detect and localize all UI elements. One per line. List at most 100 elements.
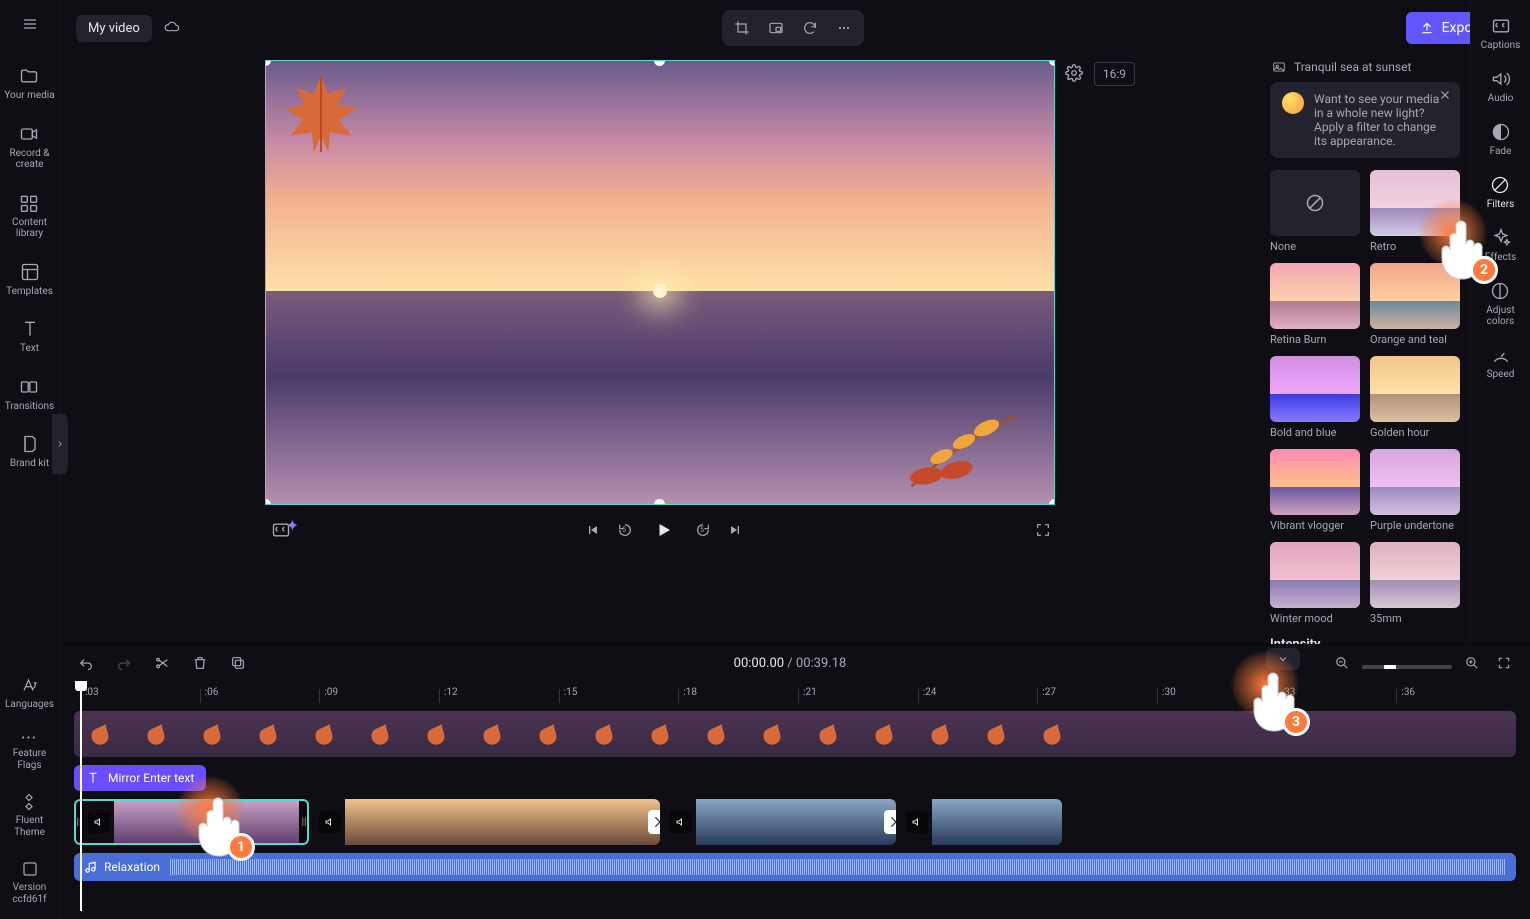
skip-end-button[interactable] — [727, 522, 743, 538]
canvas-settings-icon[interactable] — [1065, 64, 1083, 82]
rail-captions[interactable]: Captions — [1481, 16, 1521, 51]
resize-handle[interactable] — [1049, 499, 1055, 505]
rail-effects[interactable]: Effects — [1485, 228, 1516, 263]
audio-clip[interactable]: Relaxation — [74, 853, 1516, 881]
sidebar-brandkit[interactable]: Brand kit — [10, 430, 49, 474]
crop-button[interactable] — [726, 14, 758, 42]
canvas-tools — [722, 10, 864, 46]
pip-button[interactable] — [760, 14, 792, 42]
hint-text: Want to see your media in a whole new li… — [1314, 92, 1448, 148]
video-clip-4[interactable] — [902, 799, 1062, 845]
play-button[interactable] — [649, 515, 679, 545]
filter-retro[interactable]: Retro — [1370, 170, 1460, 253]
filter-35mm[interactable]: 35mm — [1370, 542, 1460, 625]
audio-waveform — [170, 859, 1506, 875]
filter-winter-mood[interactable]: Winter mood — [1270, 542, 1360, 625]
captions-toggle[interactable]: ✦ — [269, 520, 293, 540]
sidebar-label: Templates — [6, 286, 53, 298]
filter-golden-hour[interactable]: Golden hour — [1370, 356, 1460, 439]
preview-area: 16:9 ✦ 5 5 ? — [60, 56, 1260, 644]
project-title-text: My video — [88, 21, 140, 36]
zoom-slider[interactable] — [1362, 665, 1452, 669]
sidebar-label: Brand kit — [10, 458, 49, 470]
filters-panel: Tranquil sea at sunset Want to see your … — [1260, 56, 1470, 644]
transport-bar: ✦ 5 5 — [265, 505, 1055, 555]
resize-handle[interactable] — [654, 499, 665, 505]
time-ruler[interactable]: :03 :06 :09 :12 :15 :18 :21 :24 :27 :30 … — [80, 681, 1516, 703]
rail-fade[interactable]: Fade — [1490, 122, 1512, 157]
fullscreen-button[interactable] — [1035, 522, 1051, 538]
sidebar-version[interactable]: Version ccfd61f — [12, 856, 46, 909]
zoom-out-button[interactable] — [1330, 651, 1354, 675]
sidebar-transitions[interactable]: Transitions — [5, 373, 54, 417]
delete-button[interactable] — [188, 651, 212, 675]
sidebar-label: Text — [20, 343, 39, 355]
video-clip-1[interactable]: || || — [74, 799, 309, 845]
timeline-panel: 00:00.00 / 00:39.18 :03 :06 :09 :12 :15 … — [60, 644, 1530, 919]
filter-bold-blue[interactable]: Bold and blue — [1270, 356, 1360, 439]
clip-mute-icon[interactable] — [670, 811, 692, 833]
maple-leaf-overlay — [276, 71, 366, 161]
transition-icon[interactable] — [884, 810, 896, 834]
zoom-in-button[interactable] — [1460, 651, 1484, 675]
skip-start-button[interactable] — [585, 522, 601, 538]
sidebar-label: Version ccfd61f — [12, 882, 46, 905]
undo-button[interactable] — [74, 651, 98, 675]
rotate-button[interactable] — [794, 14, 826, 42]
clip-mute-icon[interactable] — [319, 811, 341, 833]
rail-speed[interactable]: Speed — [1487, 345, 1515, 380]
expand-library-handle[interactable] — [52, 414, 68, 474]
close-hint-button[interactable] — [1438, 88, 1452, 102]
redo-button[interactable] — [112, 651, 136, 675]
filter-hint-card: Want to see your media in a whole new li… — [1270, 82, 1460, 158]
overlay-track[interactable] — [74, 711, 1516, 757]
filter-orange-teal[interactable]: Orange and teal — [1370, 263, 1460, 346]
trim-handle-right[interactable]: || — [299, 799, 309, 845]
text-clip[interactable]: Mirror Enter text — [74, 765, 206, 791]
rail-filters[interactable]: Filters — [1487, 175, 1515, 210]
sidebar-text[interactable]: Text — [20, 315, 40, 359]
filter-none[interactable]: None — [1270, 170, 1360, 253]
sidebar-label: Content library — [12, 217, 47, 240]
rail-audio[interactable]: Audio — [1488, 69, 1514, 104]
duplicate-button[interactable] — [226, 651, 250, 675]
transition-icon[interactable] — [648, 810, 660, 834]
project-title[interactable]: My video — [76, 15, 152, 42]
trim-handle-left[interactable]: || — [74, 799, 84, 845]
filter-retina-burn[interactable]: Retina Burn — [1270, 263, 1360, 346]
sidebar-languages[interactable]: Languages — [5, 673, 54, 715]
video-clip-2[interactable] — [315, 799, 660, 845]
sidebar-label: Record & create — [9, 148, 49, 171]
cloud-sync-icon[interactable] — [164, 20, 180, 36]
split-button[interactable] — [150, 651, 174, 675]
aspect-ratio-selector[interactable]: 16:9 — [1094, 62, 1135, 86]
back-5s-button[interactable]: 5 — [617, 522, 633, 538]
right-rail: Captions Audio Fade Filters Effects Adju… — [1470, 0, 1530, 644]
rail-adjust-colors[interactable]: Adjust colors — [1486, 281, 1515, 327]
collapse-preview-button[interactable] — [1266, 648, 1300, 670]
hamburger-menu[interactable] — [16, 10, 44, 38]
sidebar-content-library[interactable]: Content library — [12, 189, 47, 244]
sidebar-feature-flags[interactable]: ••• Feature Flags — [13, 729, 47, 776]
filter-vibrant-vlogger[interactable]: Vibrant vlogger — [1270, 449, 1360, 532]
zoom-fit-button[interactable] — [1492, 651, 1516, 675]
preview-canvas[interactable] — [265, 60, 1055, 505]
sidebar-label: Fluent Theme — [14, 815, 45, 838]
forward-5s-button[interactable]: 5 — [695, 522, 711, 538]
more-button[interactable] — [828, 14, 860, 42]
playhead[interactable] — [80, 681, 82, 911]
sidebar-label: Transitions — [5, 401, 54, 413]
sidebar-fluent-theme[interactable]: Fluent Theme — [14, 789, 45, 842]
intensity-label: Intensity — [1270, 637, 1460, 644]
timecode: 00:00.00 / 00:39.18 — [734, 656, 847, 671]
topbar: My video Export — [60, 0, 1530, 56]
clip-mute-icon[interactable] — [906, 811, 928, 833]
clip-mute-icon[interactable] — [88, 811, 110, 833]
sidebar-label: Your media — [4, 90, 54, 102]
sidebar-record[interactable]: Record & create — [9, 120, 49, 175]
sidebar-templates[interactable]: Templates — [6, 258, 53, 302]
filter-purple-undertone[interactable]: Purple undertone — [1370, 449, 1460, 532]
branch-leaves-overlay — [904, 404, 1024, 494]
video-clip-3[interactable] — [666, 799, 896, 845]
sidebar-your-media[interactable]: Your media — [4, 62, 54, 106]
